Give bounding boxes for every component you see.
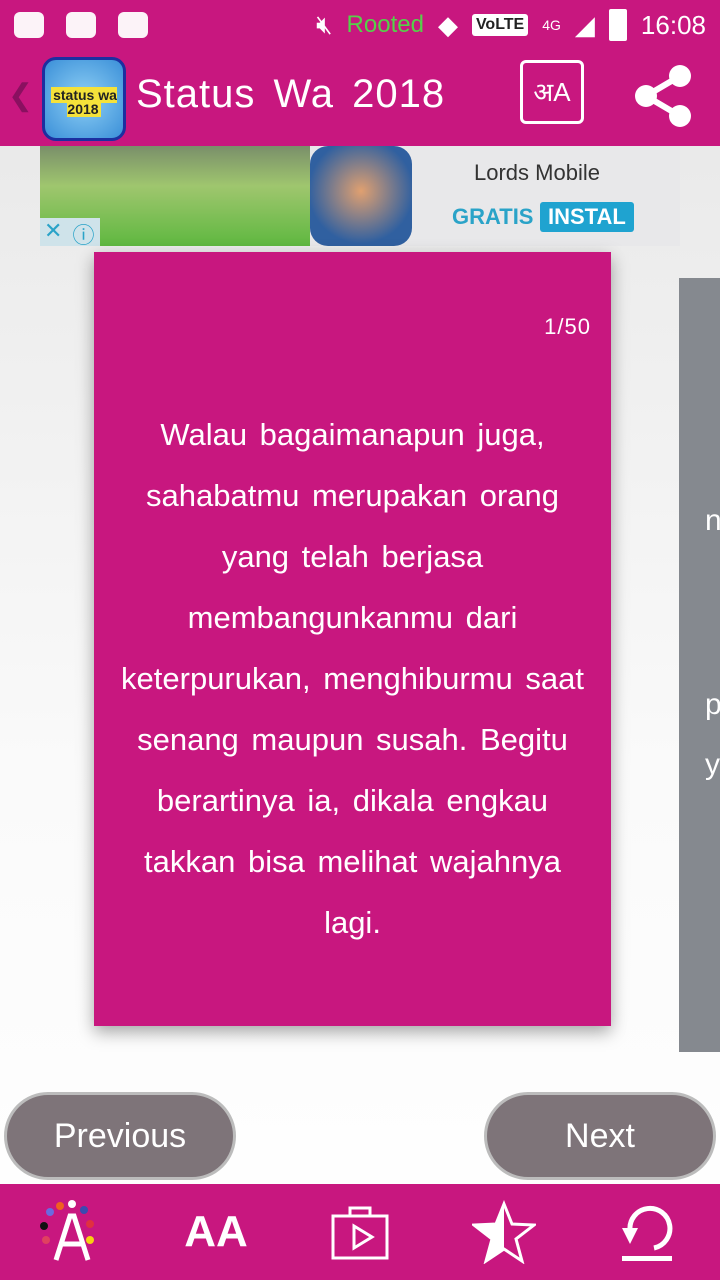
share-icon[interactable] [632, 64, 696, 128]
status-bar: 🔇︎ Rooted ◆ VoLTE 4G ◢ 16:08 [0, 0, 720, 50]
previous-button[interactable]: Previous [4, 1092, 236, 1180]
cleaner-icon [118, 12, 148, 38]
next-button[interactable]: Next [484, 1092, 716, 1180]
translate-button[interactable]: अA [520, 60, 584, 124]
message-icon [66, 12, 96, 38]
quote-counter: 1/50 [544, 314, 591, 339]
bottom-toolbar: AA [0, 1184, 720, 1280]
signal-icon: ◢ [574, 9, 595, 40]
back-icon[interactable]: ❮ [8, 78, 33, 113]
app-bar: ❮ status wa 2018 Status Wa 2018 अA [0, 50, 720, 146]
quote-card[interactable]: 1/50 Walau bagaimanapun juga, sahabatmu … [94, 252, 611, 1026]
diamond-icon: ◆ [437, 9, 458, 40]
ad-price: GRATIS [452, 204, 534, 229]
ad-close-icon[interactable]: ✕ [44, 218, 62, 246]
peek-letter: y [705, 748, 720, 781]
battery-icon [608, 9, 627, 41]
font-size-icon: AA [184, 1207, 248, 1256]
refresh-icon[interactable] [613, 1197, 683, 1267]
ad-install-button[interactable]: INSTAL [540, 202, 634, 232]
rooted-label: Rooted [346, 11, 424, 38]
play-store-icon[interactable] [325, 1197, 395, 1267]
color-picker-icon[interactable] [37, 1197, 107, 1267]
logo-text: status wa 2018 [51, 87, 117, 117]
ad-banner[interactable]: ✕ ⓘ Lords Mobile GRATIS INSTAL [40, 146, 680, 248]
rate-star-icon[interactable] [469, 1197, 539, 1267]
page-title: Status Wa 2018 [136, 72, 446, 116]
ad-app-icon [310, 146, 412, 246]
peek-letter: n [705, 504, 720, 537]
ad-controls: ✕ ⓘ [40, 218, 100, 248]
app-logo[interactable]: status wa 2018 [42, 57, 126, 141]
ad-info-icon[interactable]: ⓘ [72, 218, 94, 248]
ad-app-name: Lords Mobile [474, 160, 600, 185]
next-card-peek[interactable]: n p y [679, 278, 720, 1052]
clock: 16:08 [640, 9, 706, 40]
network-label: 4G [542, 17, 561, 33]
quote-text: Walau bagaimanapun juga, sahabatmu merup… [121, 417, 584, 940]
peek-letter: p [705, 688, 720, 721]
volte-badge: VoLTE [471, 14, 529, 36]
font-size-button[interactable]: AA [181, 1197, 251, 1267]
mute-icon: 🔇︎ [316, 9, 333, 39]
car-icon [14, 12, 44, 38]
